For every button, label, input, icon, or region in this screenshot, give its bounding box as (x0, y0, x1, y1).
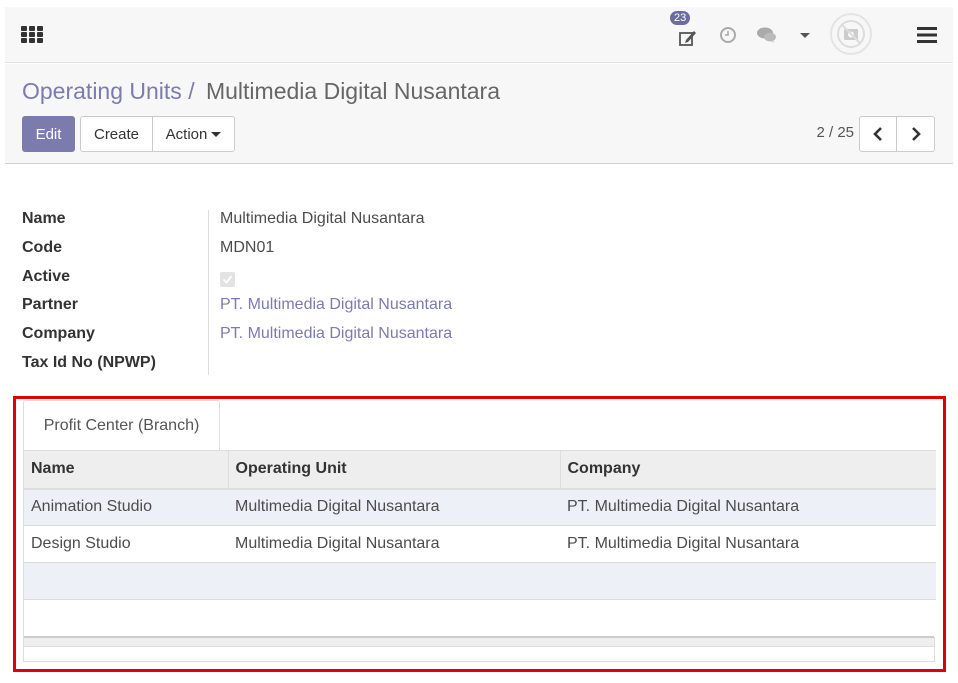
edit-icon (679, 31, 696, 46)
table-footer (24, 636, 934, 647)
activity-clock-button[interactable] (713, 7, 743, 63)
edit-button[interactable]: Edit (22, 116, 75, 152)
user-menu-toggle[interactable] (793, 7, 813, 63)
breadcrumb-parent-link[interactable]: Operating Units (22, 78, 182, 104)
action-dropdown-button[interactable]: Action (152, 116, 235, 152)
chat-icon (757, 27, 776, 43)
user-avatar[interactable] (830, 13, 872, 55)
company-link[interactable]: PT. Multimedia Digital Nusantara (220, 325, 452, 343)
create-button[interactable]: Create (80, 116, 153, 152)
breadcrumb-current: Multimedia Digital Nusantara (205, 78, 500, 104)
partner-link[interactable]: PT. Multimedia Digital Nusantara (220, 296, 452, 314)
chevron-left-icon (873, 127, 882, 141)
activity-button[interactable]: 23 (670, 7, 703, 63)
cell-operating-unit: Multimedia Digital Nusantara (228, 488, 560, 526)
table-header-row: Name Operating Unit Company (24, 450, 936, 490)
pager-value: 2 / 25 (816, 124, 854, 141)
cell-company: PT. Multimedia Digital Nusantara (560, 525, 936, 563)
cell-name: Design Studio (24, 525, 228, 563)
breadcrumb: Operating Units / Multimedia Digital Nus… (22, 78, 500, 105)
cell-operating-unit: Multimedia Digital Nusantara (228, 525, 560, 563)
cell-company: PT. Multimedia Digital Nusantara (560, 488, 936, 526)
messages-button[interactable] (751, 7, 783, 63)
page: 23 Operating Units / Multimedia Digital … (0, 0, 958, 683)
field-divider (208, 210, 209, 375)
active-checkbox[interactable] (220, 272, 235, 287)
pager-next-button[interactable] (897, 116, 935, 152)
checkmark-icon (222, 275, 233, 284)
table-row[interactable]: Design Studio Multimedia Digital Nusanta… (24, 525, 936, 563)
top-navbar: 23 (5, 7, 953, 63)
field-label: Name (22, 210, 66, 227)
column-header-operating-unit[interactable]: Operating Unit (227, 450, 560, 490)
profit-center-table: Name Operating Unit Company Animation St… (23, 450, 936, 662)
field-label: Code (22, 239, 62, 256)
breadcrumb-separator: / (188, 78, 195, 104)
column-header-company[interactable]: Company (559, 450, 936, 490)
cell-name: Animation Studio (24, 488, 228, 526)
clock-icon (720, 27, 736, 43)
control-panel: Operating Units / Multimedia Digital Nus… (5, 64, 953, 164)
empty-table-row (24, 562, 936, 600)
field-label: Partner (22, 296, 79, 313)
caret-down-icon (211, 131, 222, 137)
column-header-name[interactable]: Name (24, 450, 228, 490)
hamburger-menu-icon (917, 27, 937, 43)
main-menu-button[interactable] (913, 7, 941, 63)
action-label: Action (165, 125, 208, 143)
tab-profit-center[interactable]: Profit Center (Branch) (23, 400, 220, 451)
avatar-placeholder-icon (837, 20, 865, 48)
chevron-right-icon (911, 127, 921, 141)
apps-grid-icon[interactable] (21, 26, 43, 44)
field-value: Multimedia Digital Nusantara (220, 210, 425, 227)
caret-down-icon (800, 32, 810, 38)
pager-previous-button[interactable] (859, 116, 897, 152)
empty-table-row (24, 599, 936, 637)
activity-badge: 23 (670, 11, 691, 25)
field-value: MDN01 (220, 239, 275, 256)
field-label: Active (22, 268, 71, 285)
field-label: Company (22, 325, 95, 342)
field-label: Tax Id No (NPWP) (22, 354, 156, 371)
table-row[interactable]: Animation Studio Multimedia Digital Nusa… (24, 488, 936, 526)
